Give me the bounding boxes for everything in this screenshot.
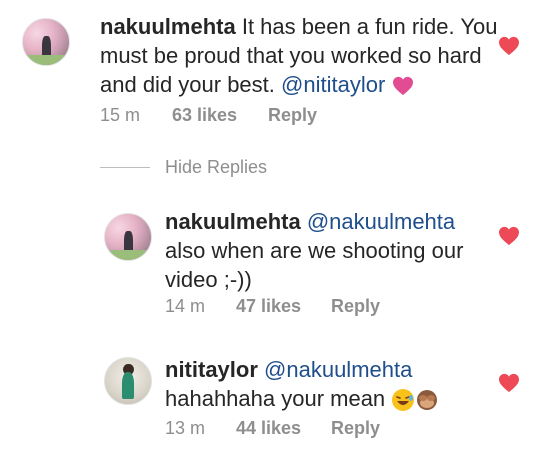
mention-link[interactable]: @nakuulmehta bbox=[307, 209, 455, 234]
username[interactable]: nakuulmehta bbox=[165, 209, 301, 234]
reply-button[interactable]: Reply bbox=[331, 418, 380, 439]
comment-line-3: and did your best. bbox=[100, 72, 275, 97]
comment-line-1: It has been a fun ride. You bbox=[241, 14, 498, 39]
comment-text: nakuulmehta @nakuulmehta also when are w… bbox=[165, 207, 505, 294]
avatar[interactable] bbox=[104, 213, 152, 261]
comment-line-1: also when are we shooting our bbox=[165, 238, 464, 263]
heart-icon[interactable] bbox=[498, 226, 520, 246]
heart-icon[interactable] bbox=[498, 373, 520, 393]
replies-divider bbox=[100, 167, 150, 168]
mention-link[interactable]: @nakuulmehta bbox=[264, 357, 412, 382]
reply-comment-2: nititaylor @nakuulmehta hahahhaha your m… bbox=[0, 345, 553, 464]
avatar[interactable] bbox=[104, 357, 152, 405]
comment-1: nakuulmehta It has been a fun ride. You … bbox=[0, 0, 553, 135]
comment-meta: 14 m 47 likes Reply bbox=[165, 296, 465, 318]
pink-heart-emoji bbox=[393, 77, 414, 96]
comment-meta: 15 m 63 likes Reply bbox=[100, 105, 400, 127]
see-no-evil-monkey-emoji bbox=[417, 390, 438, 411]
likes-count[interactable]: 44 likes bbox=[236, 418, 301, 439]
timestamp: 15 m bbox=[100, 105, 141, 125]
comment-line-2: must be proud that you worked so hard bbox=[100, 43, 482, 68]
comment-line-2: video ;-)) bbox=[165, 267, 252, 292]
mention-link[interactable]: @nititaylor bbox=[281, 72, 385, 97]
laughing-emoji bbox=[392, 389, 415, 412]
comment-line-1: hahahhaha your mean bbox=[165, 386, 386, 411]
reply-button[interactable]: Reply bbox=[268, 105, 317, 126]
likes-count[interactable]: 47 likes bbox=[236, 296, 301, 317]
username[interactable]: nititaylor bbox=[165, 357, 258, 382]
comment-text: nakuulmehta It has been a fun ride. You … bbox=[100, 12, 500, 99]
reply-comment-1: nakuulmehta @nakuulmehta also when are w… bbox=[0, 195, 553, 330]
avatar[interactable] bbox=[22, 18, 70, 66]
comment-text: nititaylor @nakuulmehta hahahhaha your m… bbox=[165, 355, 505, 413]
heart-icon[interactable] bbox=[498, 36, 520, 56]
timestamp: 14 m bbox=[165, 296, 206, 316]
reply-button[interactable]: Reply bbox=[331, 296, 380, 317]
username[interactable]: nakuulmehta bbox=[100, 14, 236, 39]
likes-count[interactable]: 63 likes bbox=[172, 105, 237, 126]
comment-meta: 13 m 44 likes Reply bbox=[165, 418, 465, 440]
hide-replies-button[interactable]: Hide Replies bbox=[165, 157, 267, 178]
timestamp: 13 m bbox=[165, 418, 206, 438]
